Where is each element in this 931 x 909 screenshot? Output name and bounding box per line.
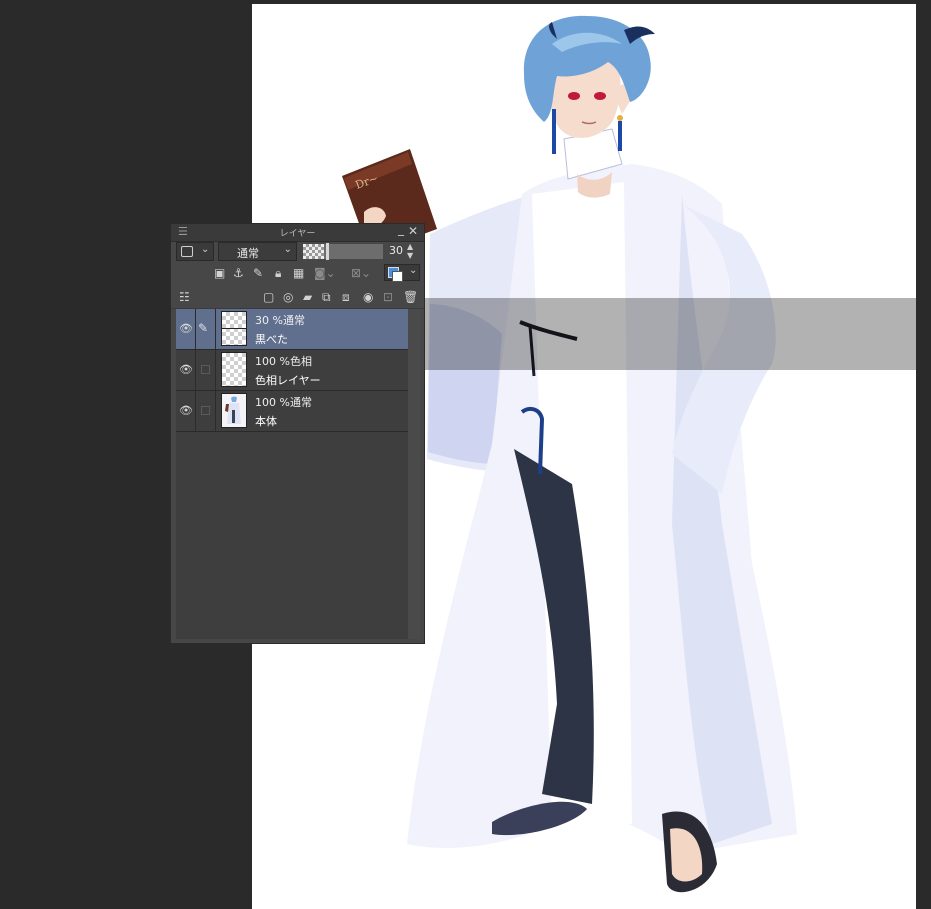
blend-mode-value: 通常 — [237, 247, 259, 260]
column-divider — [215, 350, 216, 390]
minimize-button[interactable]: _ — [398, 222, 404, 236]
layer-opacity-blend: 30 %通常 — [255, 314, 305, 327]
layer-settings-row: ⌄ 通常 ⌄ 30 ▲ ▼ — [176, 242, 420, 262]
layer-row[interactable]: 👁︎ 100 %通常 本体 — [176, 391, 408, 432]
layer-property-icon[interactable]: ☷ — [179, 290, 190, 304]
draft-layer-icon[interactable]: ✎ — [253, 266, 263, 280]
apply-mask-icon[interactable]: ⊡ — [383, 290, 393, 304]
transfer-down-icon[interactable]: ⧉ — [322, 290, 331, 304]
editing-pen-icon[interactable]: ✎ — [198, 321, 208, 335]
panel-title: レイヤー — [279, 229, 316, 239]
layer-lock-toolbar: ▣ ⚓ ✎ 🔒︎ ▦ ◙⌄ ⊠⌄ ⌄ — [171, 264, 424, 282]
clip-to-layer-below-icon[interactable]: ▣ — [214, 266, 225, 280]
layer-list[interactable]: 👁︎ ✎ 30 %通常 黒べた 👁︎ 100 %色相 色相レイヤー 👁︎ 100… — [176, 309, 408, 639]
reference-layer-icon[interactable]: ⚓ — [233, 266, 244, 280]
ruler-range-icon[interactable]: ⊠⌄ — [351, 266, 371, 280]
opacity-slider-handle[interactable] — [326, 243, 329, 260]
lock-layer-icon[interactable]: 🔒︎ — [275, 266, 281, 280]
combine-down-icon[interactable]: ⧈ — [342, 290, 350, 304]
visibility-eye-icon[interactable]: 👁︎ — [179, 322, 193, 335]
opacity-slider[interactable] — [303, 243, 383, 260]
column-divider — [195, 309, 196, 349]
layer-color-button[interactable]: ⌄ — [176, 242, 214, 261]
layer-opacity-blend: 100 %色相 — [255, 355, 312, 368]
chevron-down-icon: ⌄ — [201, 244, 210, 255]
new-folder-icon[interactable]: ▰ — [303, 290, 312, 304]
new-vector-layer-icon[interactable]: ◎ — [283, 290, 293, 304]
black-fill-layer-overlay — [425, 298, 916, 370]
mask-enable-icon[interactable]: ◙⌄ — [314, 266, 336, 280]
visibility-eye-icon[interactable]: 👁︎ — [179, 363, 193, 376]
layer-panel[interactable]: ☰ レイヤー _ ✕ ⌄ 通常 ⌄ 30 ▲ ▼ ▣ ⚓ ✎ 🔒︎ ▦ ◙⌄ ⊠⌄… — [170, 222, 425, 644]
layer-name[interactable]: 本体 — [255, 413, 277, 429]
layer-name[interactable]: 黒べた — [255, 331, 288, 347]
opacity-checker-preview — [303, 244, 324, 259]
opacity-value[interactable]: 30 — [389, 244, 403, 257]
create-mask-icon[interactable]: ◉ — [363, 290, 373, 304]
opacity-spin-icon[interactable]: ▲ ▼ — [407, 242, 413, 260]
layer-color-square-icon — [181, 246, 193, 257]
layer-lock-checkbox[interactable] — [201, 365, 210, 374]
close-button[interactable]: ✕ — [408, 224, 418, 238]
column-divider — [195, 350, 196, 390]
new-raster-layer-icon[interactable]: ▢ — [263, 290, 274, 304]
layer-opacity-blend: 100 %通常 — [255, 396, 312, 409]
color-swatch-icon[interactable]: ⌄ — [384, 264, 420, 282]
layer-row[interactable]: 👁︎ ✎ 30 %通常 黒べた — [176, 309, 408, 350]
layer-name[interactable]: 色相レイヤー — [255, 372, 321, 388]
layer-lock-checkbox[interactable] — [201, 406, 210, 415]
chevron-down-icon: ⌄ — [283, 244, 292, 255]
panel-titlebar[interactable]: ☰ レイヤー _ ✕ — [171, 222, 424, 242]
lock-transparent-icon[interactable]: ▦ — [293, 266, 304, 280]
layer-row[interactable]: 👁︎ 100 %色相 色相レイヤー — [176, 350, 408, 391]
layer-command-toolbar: ☷ ▢ ◎ ▰ ⧉ ⧈ ◉ ⊡ 🗑︎ — [171, 286, 424, 309]
delete-layer-icon[interactable]: 🗑︎ — [403, 290, 418, 304]
chevron-down-icon: ⌄ — [409, 265, 418, 276]
column-divider — [215, 309, 216, 349]
blend-mode-select[interactable]: 通常 ⌄ — [218, 242, 297, 261]
character-thumbnail-icon — [225, 396, 241, 424]
sub-color-swatch — [392, 271, 403, 282]
layer-list-scrollbar[interactable] — [408, 309, 420, 639]
column-divider — [195, 391, 196, 431]
layer-thumbnail — [221, 393, 247, 428]
layer-thumbnail — [221, 352, 247, 387]
visibility-eye-icon[interactable]: 👁︎ — [179, 404, 193, 417]
column-divider — [215, 391, 216, 431]
layer-thumbnail — [221, 311, 247, 346]
